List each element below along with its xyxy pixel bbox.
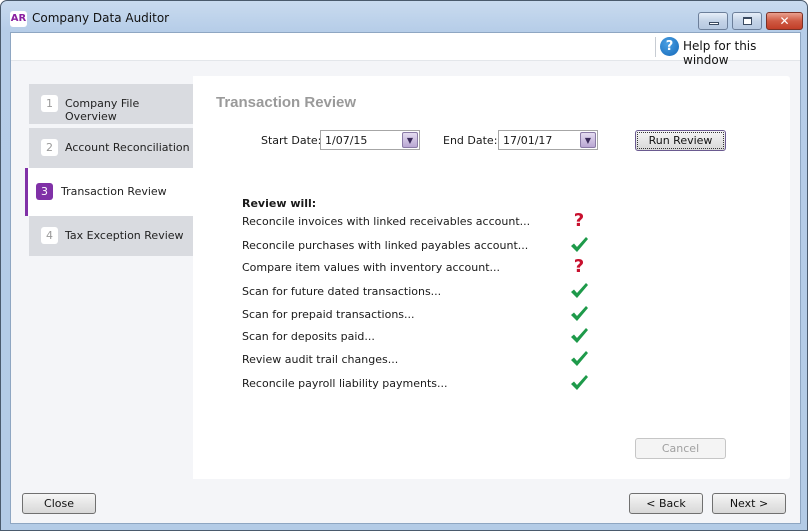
review-item: Reconcile purchases with linked payables… [242, 237, 602, 257]
review-item: Review audit trail changes... [242, 351, 602, 371]
question-icon: ? [573, 210, 585, 231]
review-item-text: Reconcile purchases with linked payables… [242, 239, 529, 252]
review-item: Reconcile payroll liability payments... [242, 375, 602, 395]
close-window-button[interactable]: ✕ [766, 12, 803, 30]
end-date-value: 17/01/17 [503, 134, 553, 147]
app-window: AR Company Data Auditor ✕ ? Help for thi… [0, 0, 808, 531]
check-icon [571, 351, 588, 366]
step-number: 4 [41, 227, 58, 244]
question-icon: ? [573, 256, 585, 277]
minimize-icon [709, 22, 719, 25]
review-item-text: Review audit trail changes... [242, 353, 399, 366]
step-label: Account Reconciliation [65, 141, 190, 154]
app-logo-icon: AR [10, 11, 27, 27]
review-item-text: Compare item values with inventory accou… [242, 261, 501, 274]
review-item: Scan for future dated transactions... [242, 283, 602, 303]
step-number: 3 [36, 183, 53, 200]
check-icon [571, 306, 588, 321]
window-title: Company Data Auditor [32, 11, 170, 25]
chevron-down-icon: ▼ [406, 136, 414, 145]
review-item-text: Scan for future dated transactions... [242, 285, 442, 298]
review-item-text: Scan for prepaid transactions... [242, 308, 415, 321]
page-title: Transaction Review [216, 94, 357, 111]
help-icon[interactable]: ? [660, 37, 679, 56]
review-item: Compare item values with inventory accou… [242, 256, 602, 279]
minimize-button[interactable] [698, 12, 728, 30]
review-item-text: Scan for deposits paid... [242, 330, 375, 343]
step-label: Transaction Review [61, 185, 167, 198]
end-date-dropdown-button[interactable]: ▼ [580, 132, 596, 148]
review-item: Scan for deposits paid... [242, 328, 602, 348]
check-icon [571, 237, 588, 252]
start-date-value: 1/07/15 [325, 134, 368, 147]
step-number: 1 [41, 95, 58, 112]
help-bar: ? Help for this window [11, 33, 800, 67]
step-transaction-review[interactable]: 3 Transaction Review [25, 168, 193, 216]
help-link[interactable]: Help for this window [683, 39, 800, 67]
next-button[interactable]: Next > [712, 493, 786, 514]
step-tax-exception-review[interactable]: 4 Tax Exception Review [29, 216, 193, 256]
step-label: Company File Overview [65, 97, 140, 123]
divider [655, 37, 656, 57]
step-number: 2 [41, 139, 58, 156]
start-date-dropdown-button[interactable]: ▼ [402, 132, 418, 148]
title-bar: AR Company Data Auditor ✕ [1, 1, 807, 33]
start-date-field[interactable]: 1/07/15 ▼ [320, 130, 420, 150]
chevron-down-icon: ▼ [584, 136, 592, 145]
start-date-label: Start Date: [261, 134, 322, 147]
maximize-icon [743, 17, 752, 25]
review-heading: Review will: [242, 197, 317, 210]
content-panel: Transaction Review Start Date: 1/07/15 ▼… [193, 76, 790, 479]
run-review-button[interactable]: Run Review [635, 130, 726, 151]
close-icon: ✕ [779, 14, 790, 28]
end-date-field[interactable]: 17/01/17 ▼ [498, 130, 598, 150]
step-account-reconciliation[interactable]: 2 Account Reconciliation [29, 128, 193, 168]
back-button[interactable]: < Back [629, 493, 703, 514]
close-button[interactable]: Close [22, 493, 96, 514]
review-item: Scan for prepaid transactions... [242, 306, 602, 326]
check-icon [571, 328, 588, 343]
end-date-label: End Date: [443, 134, 498, 147]
maximize-button[interactable] [732, 12, 762, 30]
step-label: Tax Exception Review [65, 229, 184, 242]
check-icon [571, 283, 588, 298]
review-item: Reconcile invoices with linked receivabl… [242, 210, 602, 233]
client-area: ? Help for this window 1 Company File Ov… [10, 32, 801, 524]
cancel-button[interactable]: Cancel [635, 438, 726, 459]
check-icon [571, 375, 588, 390]
review-item-text: Reconcile payroll liability payments... [242, 377, 448, 390]
step-company-file-overview[interactable]: 1 Company File Overview [29, 84, 193, 124]
review-item-text: Reconcile invoices with linked receivabl… [242, 215, 531, 228]
